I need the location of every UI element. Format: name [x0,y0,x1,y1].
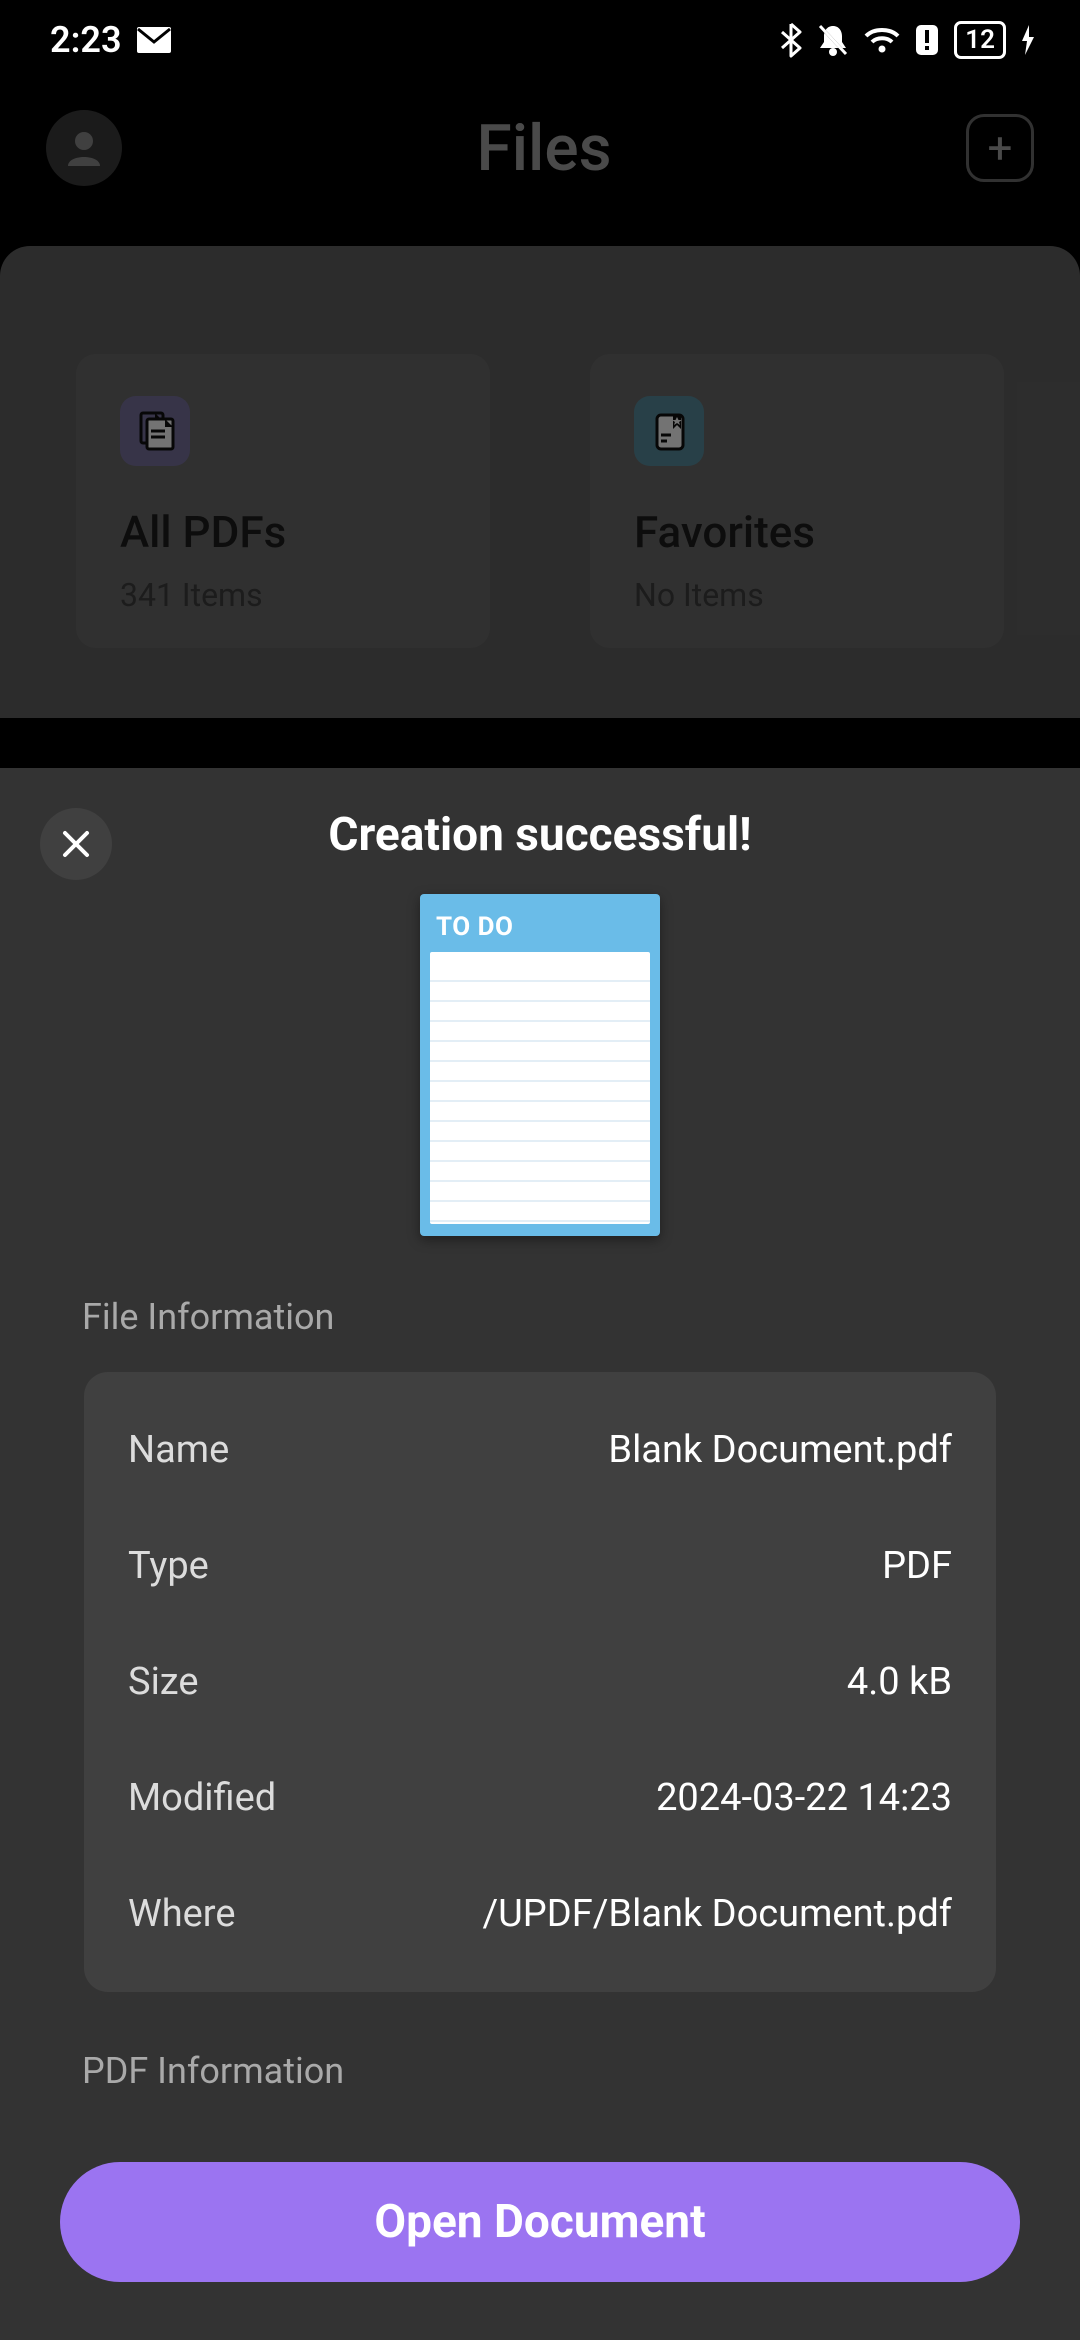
file-info-label: File Information [82,1296,1010,1338]
status-bar: 2:23 12 [0,0,1080,80]
status-time: 2:23 [50,19,122,61]
info-value: 4.0 kB [847,1660,952,1704]
battery-percent: 12 [965,24,995,56]
mail-icon [136,26,172,54]
charging-icon [1020,23,1036,57]
bluetooth-icon [780,22,802,58]
creation-sheet: Creation successful! TO DO File Informat… [0,768,1080,2340]
status-left: 2:23 [50,19,172,61]
wifi-icon [864,26,900,54]
document-thumbnail: TO DO [420,894,660,1236]
close-button[interactable] [40,808,112,880]
file-info-panel: Name Blank Document.pdf Type PDF Size 4.… [84,1372,996,1992]
info-key: Type [128,1544,209,1588]
thumb-label: TO DO [430,904,650,952]
info-value: PDF [882,1544,952,1588]
status-right: 12 [780,21,1036,59]
info-row-where: Where /UPDF/Blank Document.pdf [128,1856,952,1972]
info-value: 2024-03-22 14:23 [656,1776,952,1820]
alert-icon [914,23,940,57]
info-key: Where [128,1892,235,1936]
open-document-button[interactable]: Open Document [60,2162,1020,2282]
info-key: Name [128,1428,229,1472]
thumb-page [430,952,650,1224]
sheet-title: Creation successful! [328,808,751,862]
pdf-info-label: PDF Information [82,2050,1010,2092]
info-row-size: Size 4.0 kB [128,1624,952,1740]
sheet-header: Creation successful! [40,808,1040,862]
bell-mute-icon [816,22,850,58]
open-button-label: Open Document [374,2195,705,2249]
info-row-modified: Modified 2024-03-22 14:23 [128,1740,952,1856]
info-value: /UPDF/Blank Document.pdf [482,1892,952,1936]
info-key: Size [128,1660,199,1704]
close-icon [60,828,92,860]
battery-icon: 12 [954,21,1006,59]
info-value: Blank Document.pdf [608,1428,952,1472]
info-row-type: Type PDF [128,1508,952,1624]
info-row-name: Name Blank Document.pdf [128,1392,952,1508]
background-page: Files + All PDFs 341 Items Favorites No … [0,80,1080,2340]
info-key: Modified [128,1776,276,1820]
